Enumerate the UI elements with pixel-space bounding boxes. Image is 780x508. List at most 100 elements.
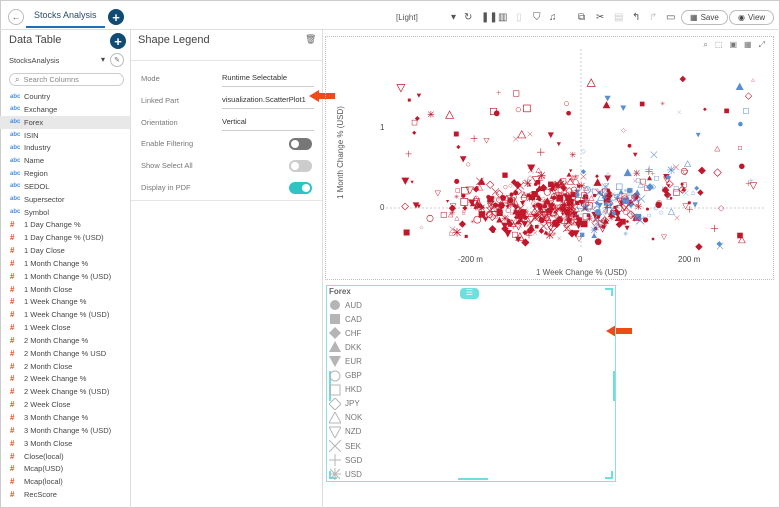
property-input[interactable]: visualization.ScatterPlot1 xyxy=(222,92,314,109)
column-item[interactable]: #1 Month Close xyxy=(0,283,130,296)
dropdown-icon[interactable]: ▾ xyxy=(451,12,456,23)
add-tab-button[interactable]: + xyxy=(108,9,124,25)
column-item[interactable]: abc Country xyxy=(0,90,130,103)
legend-item[interactable]: NOK xyxy=(329,411,362,425)
tab-stocks-analysis[interactable]: Stocks Analysis xyxy=(26,10,105,28)
resize-corner[interactable] xyxy=(605,471,613,479)
scatter-point xyxy=(454,194,459,199)
column-item[interactable]: #1 Month Change % xyxy=(0,257,130,270)
legend-item[interactable]: HKD xyxy=(329,383,362,397)
add-data-button[interactable]: + xyxy=(110,33,126,49)
save-button[interactable]: ▦ Save xyxy=(681,10,728,25)
trash-icon[interactable]: 🗑 xyxy=(305,34,316,45)
column-item[interactable]: #1 Week Close xyxy=(0,321,130,334)
column-item[interactable]: #2 Week Close xyxy=(0,398,130,411)
legend-item[interactable]: USD xyxy=(329,467,362,481)
column-item[interactable]: abc Forex xyxy=(0,115,130,129)
toggle-label: Show Select All xyxy=(141,161,193,170)
toggle-switch[interactable] xyxy=(289,138,312,150)
comment-icon[interactable]: ▭ xyxy=(666,12,675,23)
redo-icon[interactable]: ↱ xyxy=(649,12,657,23)
legend-item[interactable]: EUR xyxy=(329,354,362,368)
view-button[interactable]: ◉ View xyxy=(729,10,775,25)
dashboard-icon[interactable]: ▥ xyxy=(498,12,507,23)
toggle-switch[interactable] xyxy=(289,182,312,194)
column-item[interactable]: abc Region xyxy=(0,167,130,180)
legend-item[interactable]: GBP xyxy=(329,369,362,383)
column-item[interactable]: abc Symbol xyxy=(0,206,130,219)
column-item[interactable]: # Mcap(local) xyxy=(0,475,130,488)
column-item[interactable]: abc Exchange xyxy=(0,103,130,116)
legend-item[interactable]: CHF xyxy=(329,326,361,340)
column-item[interactable]: #1 Week Change % xyxy=(0,295,130,308)
scatter-canvas[interactable] xyxy=(326,37,775,281)
paste-icon[interactable]: ▤ xyxy=(614,12,623,23)
column-item[interactable]: #1 Day Close xyxy=(0,244,130,257)
bell-icon[interactable]: ♫ xyxy=(549,12,557,23)
column-item[interactable]: #3 Month Change % (USD) xyxy=(0,424,130,437)
column-item[interactable]: #2 Month Close xyxy=(0,360,130,373)
copy-icon[interactable]: ⧉ xyxy=(578,12,585,23)
column-item[interactable]: #2 Week Change % (USD) xyxy=(0,385,130,398)
theme-select[interactable]: [Light] xyxy=(396,13,418,22)
column-item[interactable]: #3 Month Change % xyxy=(0,411,130,424)
shape-legend[interactable]: Forex ☰ AUD CAD CHF DKK EUR GBP HKD JPY NOK NZD SE… xyxy=(326,285,616,482)
column-item[interactable]: #2 Month Change % xyxy=(0,334,130,347)
column-item[interactable]: abc Supersector xyxy=(0,193,130,206)
scatter-plot[interactable]: ⌕ ⬚ ▣ ▦ ⤢ 1 Month Change % (USD) 1 0 -200 m … xyxy=(325,36,774,280)
column-item[interactable]: #1 Day Change % xyxy=(0,218,130,231)
column-item[interactable]: # Close(local) xyxy=(0,450,130,463)
resize-handle-bottom[interactable] xyxy=(458,478,488,480)
legend-item[interactable]: CAD xyxy=(329,312,362,326)
dropdown-icon[interactable]: ▾ xyxy=(101,55,105,64)
scatter-point xyxy=(608,215,614,221)
column-name: 1 Week Change % (USD) xyxy=(24,310,110,320)
refresh-icon[interactable]: ↻ xyxy=(464,12,472,23)
column-item[interactable]: #2 Month Change % USD xyxy=(0,347,130,360)
bookmark-icon[interactable]: ⛉ xyxy=(533,12,541,23)
column-item[interactable]: abc Industry xyxy=(0,141,130,154)
column-item[interactable]: #1 Day Change % (USD) xyxy=(0,231,130,244)
resize-handle-right[interactable] xyxy=(613,371,615,401)
column-item[interactable]: # RecScore xyxy=(0,488,130,501)
number-type-icon: # xyxy=(10,425,15,435)
scatter-point xyxy=(660,101,665,106)
back-button[interactable]: ← xyxy=(8,9,24,25)
pdf-icon[interactable]: ▯ xyxy=(516,12,522,23)
column-item[interactable]: #1 Month Change % (USD) xyxy=(0,270,130,283)
scatter-point xyxy=(647,213,651,218)
drag-handle[interactable]: ☰ xyxy=(460,288,479,299)
datasource-select[interactable]: StocksAnalysis xyxy=(9,56,59,65)
column-item[interactable]: #1 Week Change % (USD) xyxy=(0,308,130,321)
legend-item[interactable]: SEK xyxy=(329,439,361,453)
scatter-point xyxy=(503,185,508,190)
divider xyxy=(131,60,322,61)
property-input[interactable]: Runtime Selectable xyxy=(222,70,314,87)
column-item[interactable]: abc Name xyxy=(0,154,130,167)
scatter-point xyxy=(665,180,674,189)
column-item[interactable]: abc ISIN xyxy=(0,129,130,142)
legend-item[interactable]: JPY xyxy=(329,397,360,411)
legend-item[interactable]: NZD xyxy=(329,425,361,439)
property-input[interactable]: Vertical xyxy=(222,114,314,131)
search-columns-input[interactable]: ⌕ Search Columns xyxy=(9,73,124,86)
column-item[interactable]: # Mcap(USD) xyxy=(0,462,130,475)
resize-corner[interactable] xyxy=(605,288,613,296)
column-item[interactable]: #3 Month Close xyxy=(0,437,130,450)
column-item[interactable]: abc SEDOL xyxy=(0,180,130,193)
legend-item[interactable]: AUD xyxy=(329,298,362,312)
scatter-point xyxy=(674,215,680,221)
toggle-switch[interactable] xyxy=(289,160,312,172)
column-name: Name xyxy=(24,156,45,166)
edit-datasource-button[interactable]: ✎ xyxy=(110,53,124,67)
undo-icon[interactable]: ↰ xyxy=(632,12,640,23)
cut-icon[interactable]: ✂ xyxy=(596,12,604,23)
pause-icon[interactable]: ❚❚ xyxy=(481,12,498,23)
scatter-point xyxy=(470,135,478,143)
y-axis-label: 1 Month Change % (USD) xyxy=(335,105,345,199)
legend-item[interactable]: DKK xyxy=(329,340,361,354)
number-type-icon: # xyxy=(10,464,15,474)
column-item[interactable]: #2 Week Change % xyxy=(0,372,130,385)
legend-item[interactable]: SGD xyxy=(329,453,362,467)
scatter-point xyxy=(466,162,471,167)
